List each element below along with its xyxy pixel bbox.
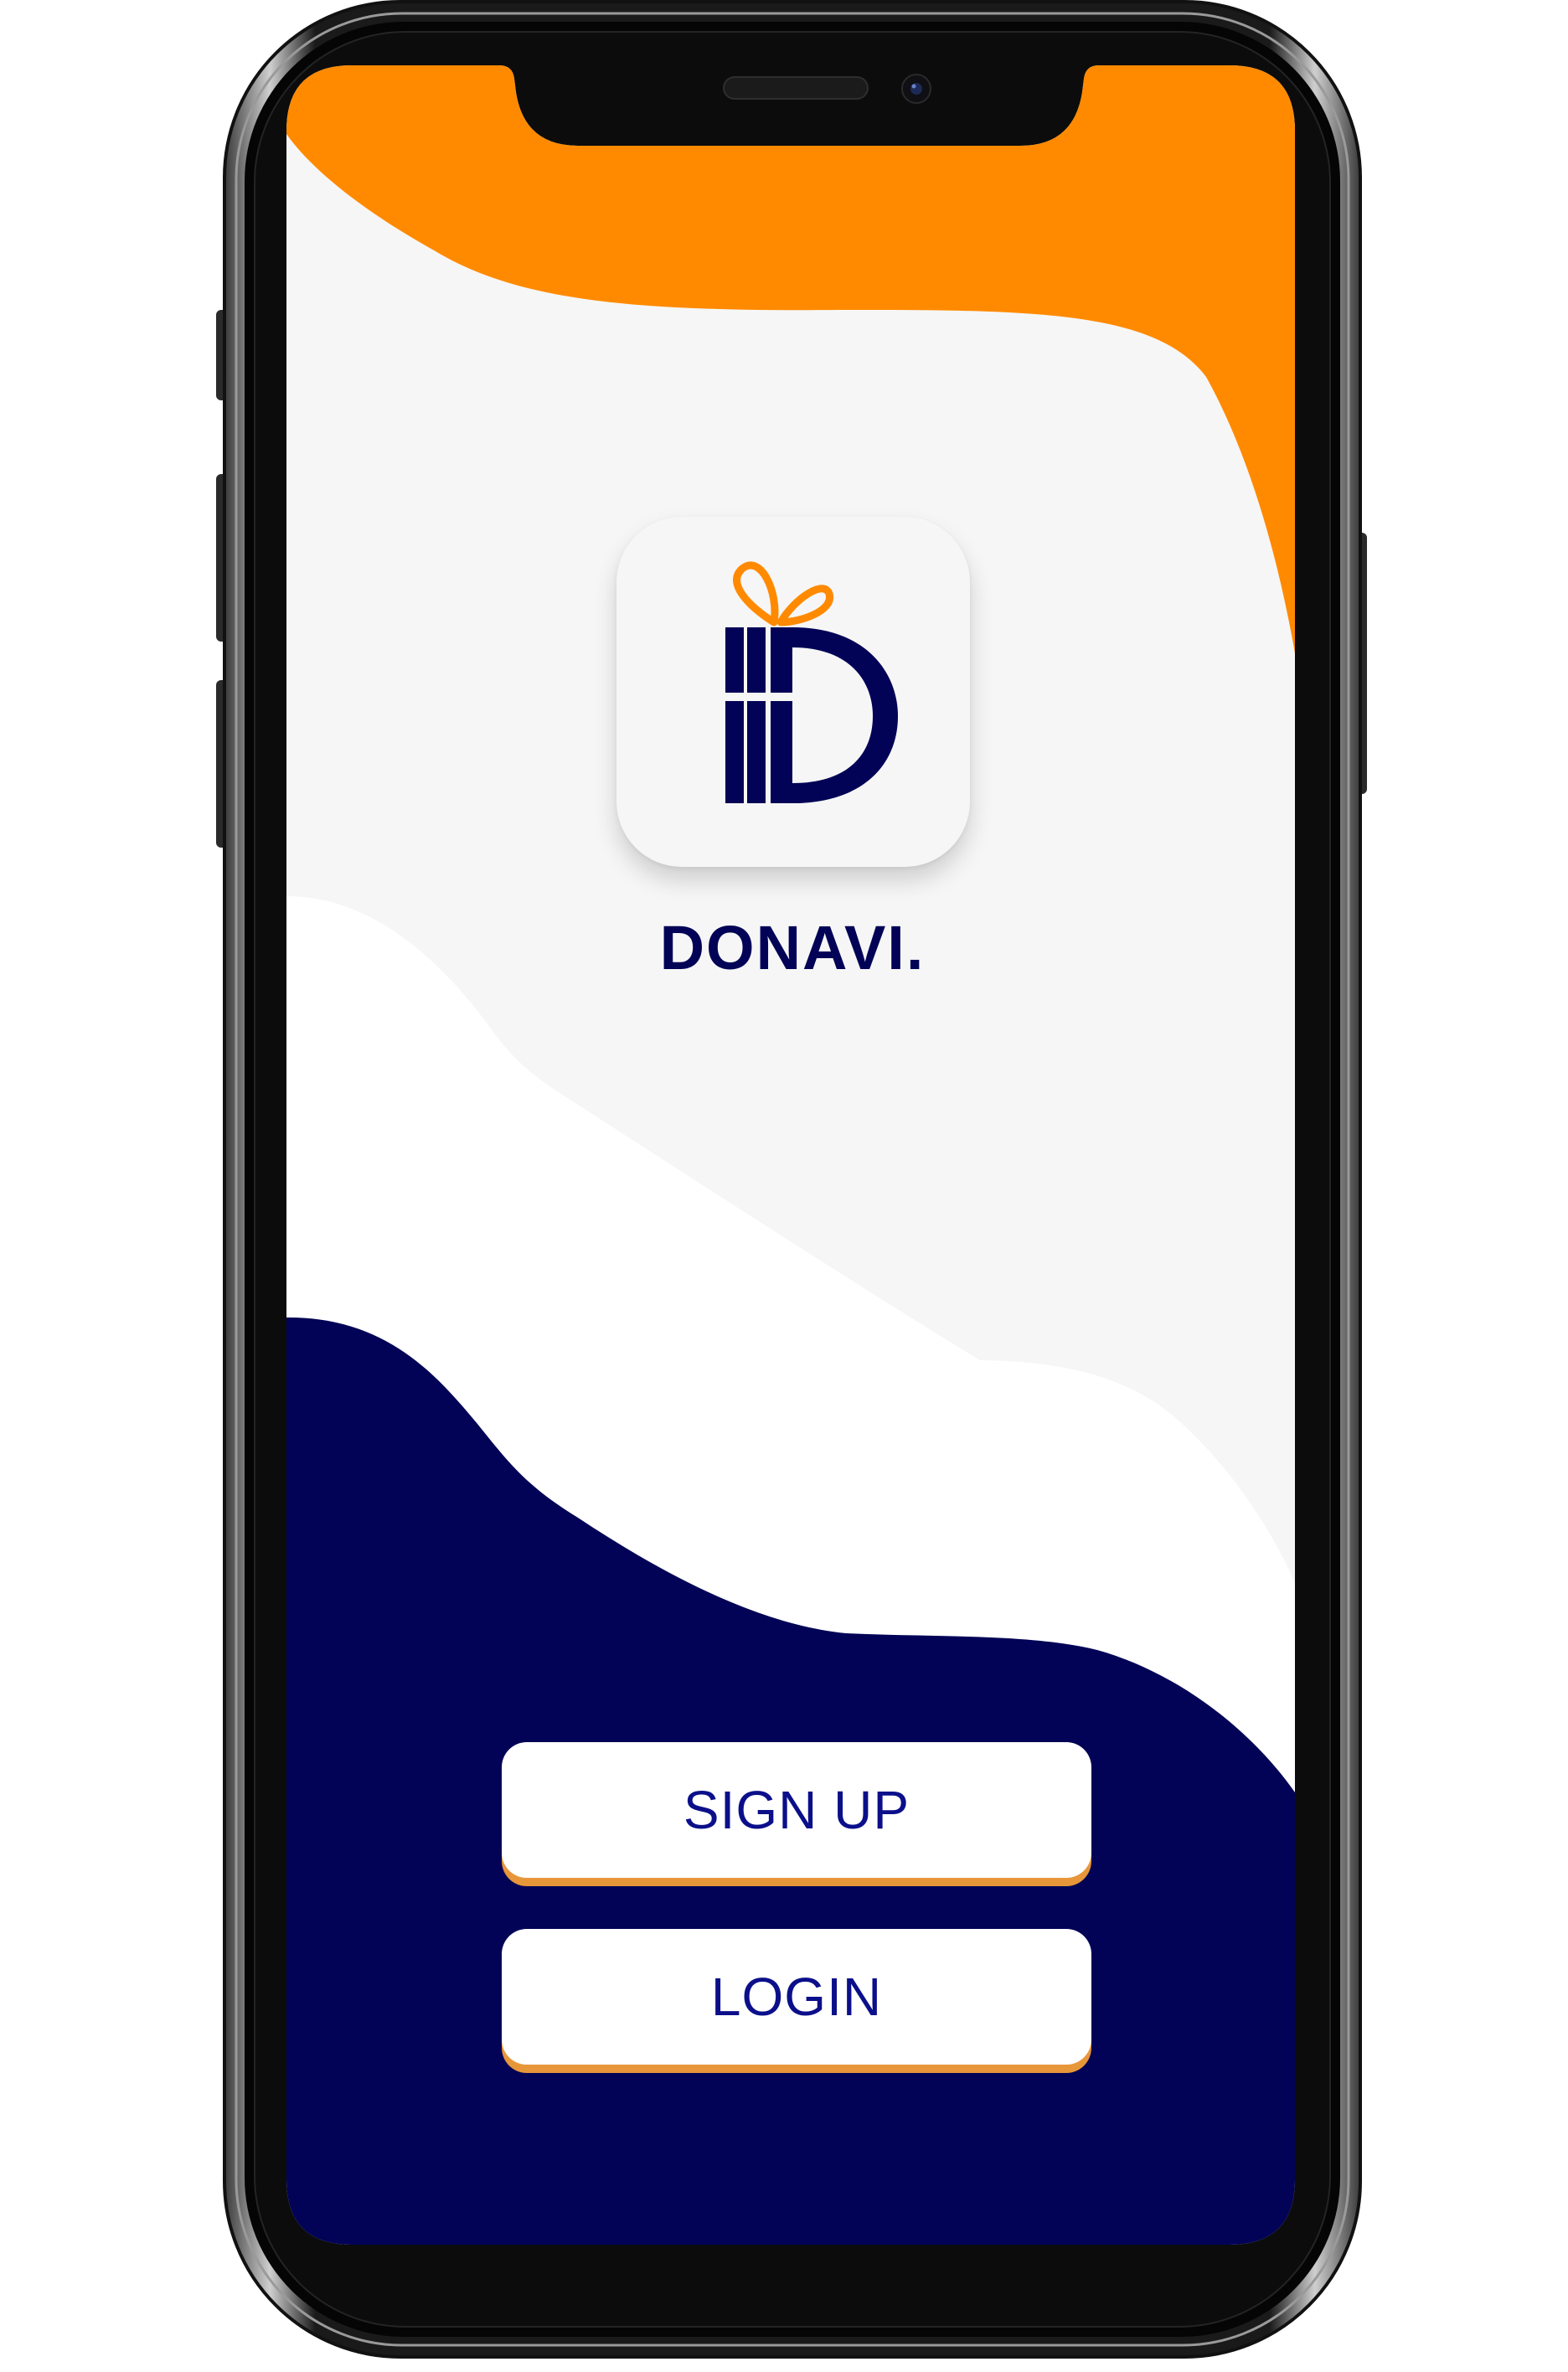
sign-up-button[interactable]: SIGN UP: [502, 1742, 1091, 1878]
app-logo: [616, 517, 970, 867]
phone-mockup: DONAVI. SIGN UP LOGIN: [0, 0, 1568, 2372]
app-name: DONAVI.: [659, 913, 926, 982]
gift-letter-d-logo-icon: [725, 561, 898, 803]
login-button[interactable]: LOGIN: [502, 1929, 1091, 2065]
earpiece-speaker-icon: [723, 76, 869, 100]
